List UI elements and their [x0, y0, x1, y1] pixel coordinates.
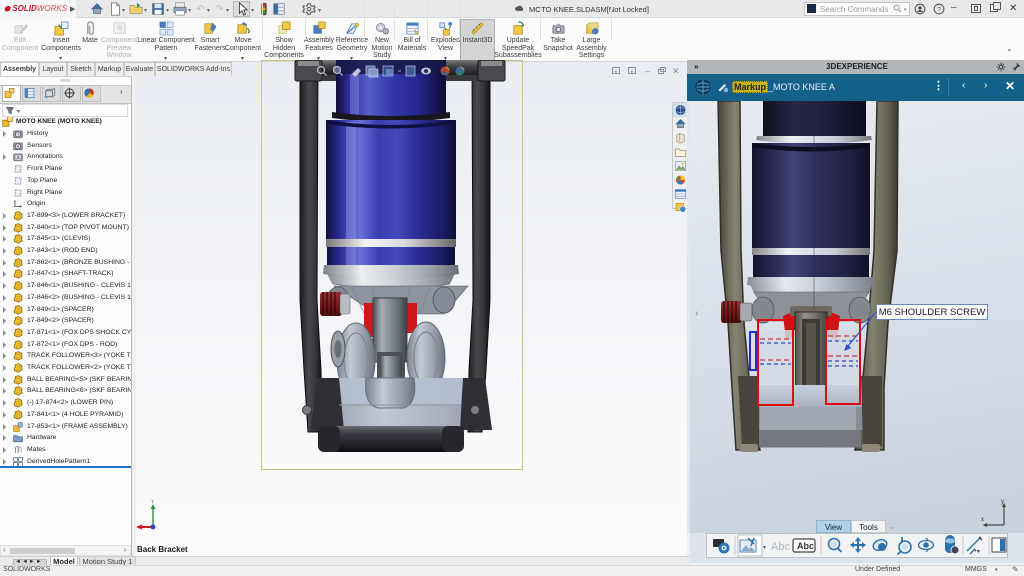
svg-text:Abc: Abc [797, 541, 814, 551]
svg-text:y: y [1001, 499, 1004, 505]
svg-text:x: x [981, 517, 984, 523]
svg-text:▾: ▾ [763, 545, 766, 551]
svg-text:Abc: Abc [771, 541, 790, 553]
svg-text:Y: Y [151, 500, 155, 506]
svg-text:▾: ▾ [977, 549, 980, 555]
svg-text:?: ? [937, 7, 941, 14]
